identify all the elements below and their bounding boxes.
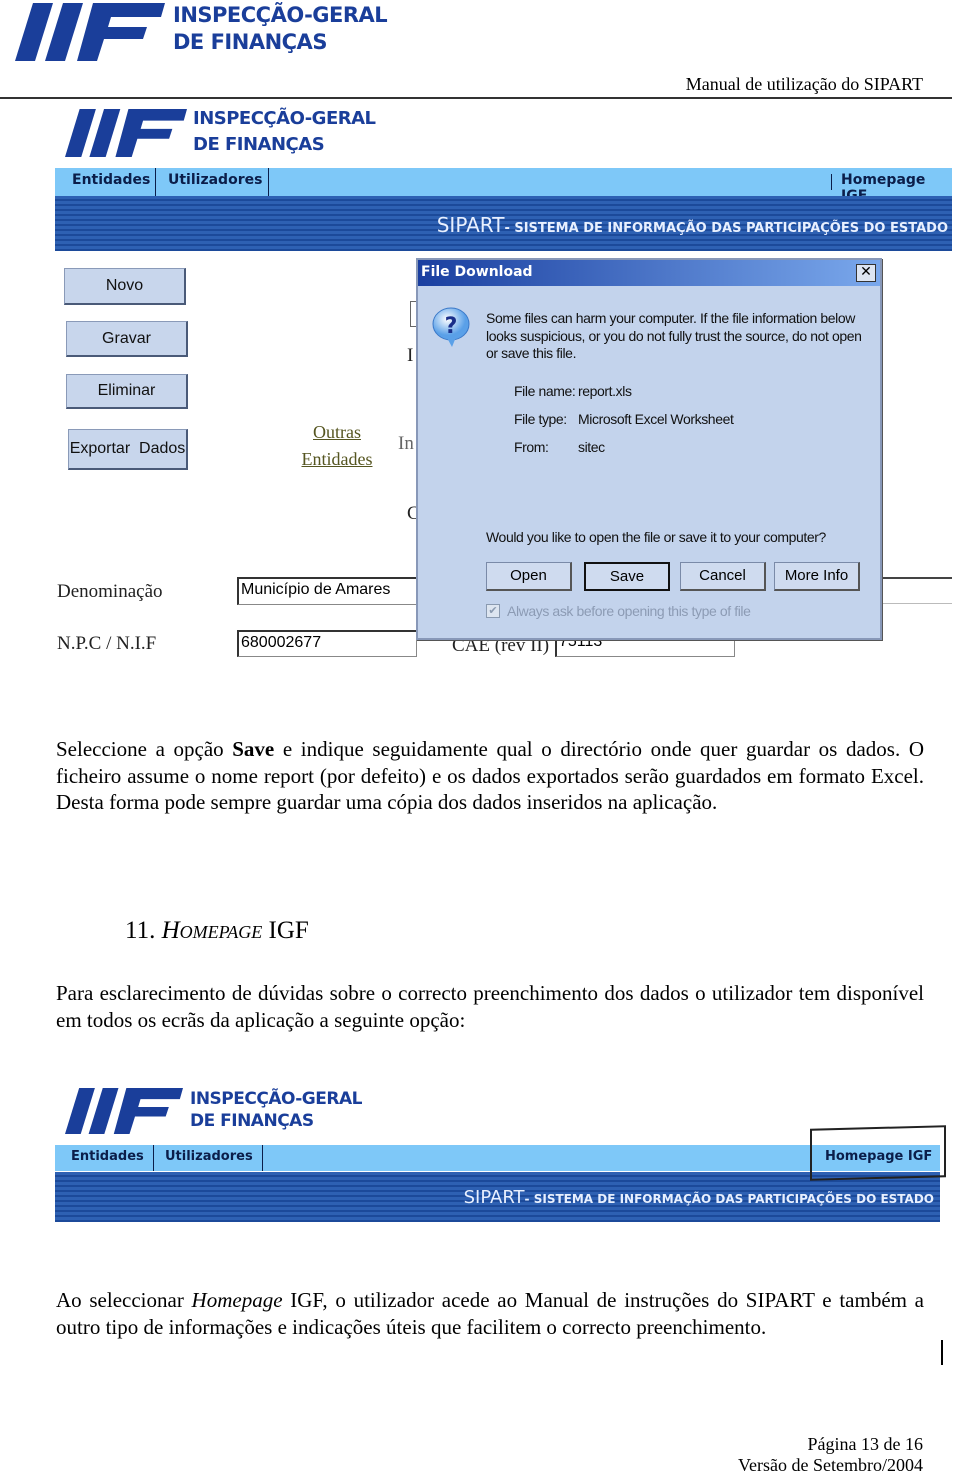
file-type-label: File type: <box>514 411 567 427</box>
always-ask-checkbox[interactable]: ✔ <box>486 604 500 618</box>
heading-em: Homepage <box>161 917 263 944</box>
file-name-value: report.xls <box>578 383 632 399</box>
igf-logo-icon <box>65 1088 183 1134</box>
sipart-banner: SIPART- SISTEMA DE INFORMAÇÃO DAS PARTIC… <box>55 196 952 251</box>
dialog-question: Would you like to open the file or save … <box>486 529 826 545</box>
banner-subtitle: - SISTEMA DE INFORMAÇÃO DAS PARTICIPAÇÕE… <box>524 1192 934 1206</box>
hidden-label: In <box>398 433 414 454</box>
denominacao-input[interactable]: Município de Amares <box>237 577 417 605</box>
close-button[interactable]: ✕ <box>856 264 876 282</box>
denominacao-label: Denominação <box>57 581 163 602</box>
checkmark-icon: ✔ <box>488 605 498 617</box>
gravar-button[interactable]: Gravar <box>66 321 188 357</box>
sipart-banner: SIPART- SISTEMA DE INFORMAÇÃO DAS PARTIC… <box>55 1172 940 1222</box>
text: Ao seleccionar <box>56 1288 192 1312</box>
nav-bar: Entidades Utilizadores Homepage IGF <box>55 1145 940 1171</box>
more-info-button[interactable]: More Info <box>774 562 860 591</box>
heading-number: 11. <box>125 917 162 944</box>
dialog-title-bar: File Download <box>418 260 880 286</box>
paragraph-homepage-info: Ao seleccionar Homepage IGF, o utilizado… <box>56 1287 924 1340</box>
logo-line1: INSPECÇÃO-GERAL <box>193 108 376 129</box>
logo-line2: DE FINANÇAS <box>190 1111 314 1132</box>
nav-utilizadores[interactable]: Utilizadores <box>165 1149 253 1164</box>
change-bar <box>941 1340 943 1365</box>
logo-line2: DE FINANÇAS <box>193 133 325 155</box>
logo-text: INSPECÇÃO-GERAL DE FINANÇAS <box>173 3 388 55</box>
header-title: Manual de utilização do SIPART <box>685 74 923 94</box>
from-value: sitec <box>578 439 605 455</box>
open-button[interactable]: Open <box>486 562 572 591</box>
from-label: From: <box>514 439 549 455</box>
logo-line1: INSPECÇÃO-GERAL <box>190 1089 362 1109</box>
banner-title: SIPART <box>436 213 505 237</box>
nav-entidades[interactable]: Entidades <box>71 1149 144 1164</box>
igf-logo-icon <box>15 3 165 61</box>
highlight-box <box>810 1125 946 1181</box>
logo-line2: DE FINANÇAS <box>173 30 327 55</box>
page-number: Página 13 de 16 <box>807 1434 923 1454</box>
paragraph-homepage: Para esclarecimento de dúvidas sobre o c… <box>56 981 924 1032</box>
file-download-dialog: File Download ✕ ? Some files can harm yo… <box>416 258 882 640</box>
eliminar-button[interactable]: Eliminar <box>66 374 188 409</box>
exportar-dados-button[interactable]: Exportar Dados <box>68 429 188 470</box>
header-rule <box>0 97 952 99</box>
dialog-title: File Download <box>421 264 533 280</box>
text: Seleccione a opção <box>56 737 233 761</box>
heading-rest: IGF <box>262 917 309 944</box>
igf-logo-icon <box>65 109 187 157</box>
divider <box>880 603 952 604</box>
section-heading: 11. Homepage IGF <box>125 917 309 945</box>
novo-button[interactable]: Novo <box>64 268 186 305</box>
question-icon: ? <box>432 307 470 347</box>
always-ask-label: Always ask before opening this type of f… <box>507 603 751 619</box>
save-button[interactable]: Save <box>584 562 670 591</box>
hidden-label: I <box>407 345 414 366</box>
dialog-warning: Some files can harm your computer. If th… <box>486 310 862 361</box>
cancel-button[interactable]: Cancel <box>680 562 766 591</box>
footer: Página 13 de 16 Versão de Setembro/2004 <box>738 1434 923 1476</box>
logo-line1: INSPECÇÃO-GERAL <box>173 3 388 27</box>
file-type-value: Microsoft Excel Worksheet <box>578 411 734 427</box>
nav-utilizadores[interactable]: Utilizadores <box>168 172 262 188</box>
banner-subtitle: - SISTEMA DE INFORMAÇÃO DAS PARTICIPAÇÕE… <box>504 221 948 236</box>
text-bold: Save <box>232 737 275 761</box>
nav-bar: Entidades Utilizadores Homepage IGF <box>55 168 952 204</box>
svg-text:?: ? <box>445 314 458 339</box>
paragraph-save: Seleccione a opção Save e indique seguid… <box>56 736 924 816</box>
link-line2[interactable]: Entidades <box>301 446 373 473</box>
outras-entidades-link[interactable]: Outras Entidades <box>301 419 373 473</box>
app-header-screenshot: INSPECÇÃO-GERAL DE FINANÇAS Entidades Uti… <box>55 1085 940 1222</box>
nif-label: N.P.C / N.I.F <box>57 633 157 654</box>
link-line1[interactable]: Outras <box>301 419 373 446</box>
text-italic: Homepage <box>191 1288 283 1312</box>
version: Versão de Setembro/2004 <box>738 1455 923 1475</box>
divider <box>880 577 952 579</box>
nav-entidades[interactable]: Entidades <box>72 172 150 188</box>
close-icon: ✕ <box>860 264 872 280</box>
nif-input[interactable]: 680002677 <box>237 630 417 657</box>
banner-title: SIPART <box>463 1187 525 1208</box>
file-name-label: File name: <box>514 383 576 399</box>
